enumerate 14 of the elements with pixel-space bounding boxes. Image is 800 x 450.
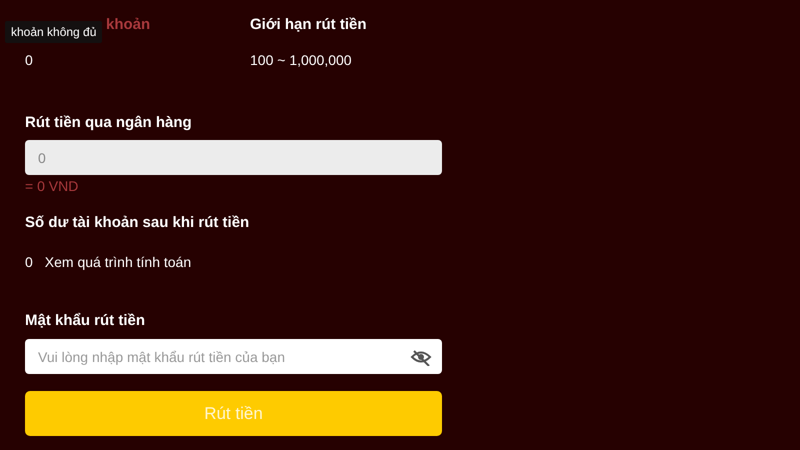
tooltip: khoản không đủ <box>5 21 102 43</box>
balance-label: khoản <box>106 16 150 34</box>
limit-value: 100 ~ 1,000,000 <box>250 51 353 69</box>
eye-slash-icon[interactable] <box>410 348 432 366</box>
password-field[interactable]: Vui lòng nhập mật khẩu rút tiền của bạn <box>25 339 442 374</box>
converted-amount: = 0 VND <box>25 178 78 194</box>
remaining-label: Số dư tài khoản sau khi rút tiền <box>25 214 250 232</box>
amount-field[interactable]: 0 <box>25 140 442 175</box>
calculation-link[interactable]: Xem quá trình tính toán <box>44 253 192 271</box>
limit-label: Giới hạn rút tiền <box>250 16 368 34</box>
amount-label: Rút tiền qua ngân hàng <box>25 114 193 132</box>
remaining-value: 0 <box>25 253 33 271</box>
balance-value: 0 <box>25 51 34 69</box>
password-label: Mật khẩu rút tiền <box>25 312 146 330</box>
